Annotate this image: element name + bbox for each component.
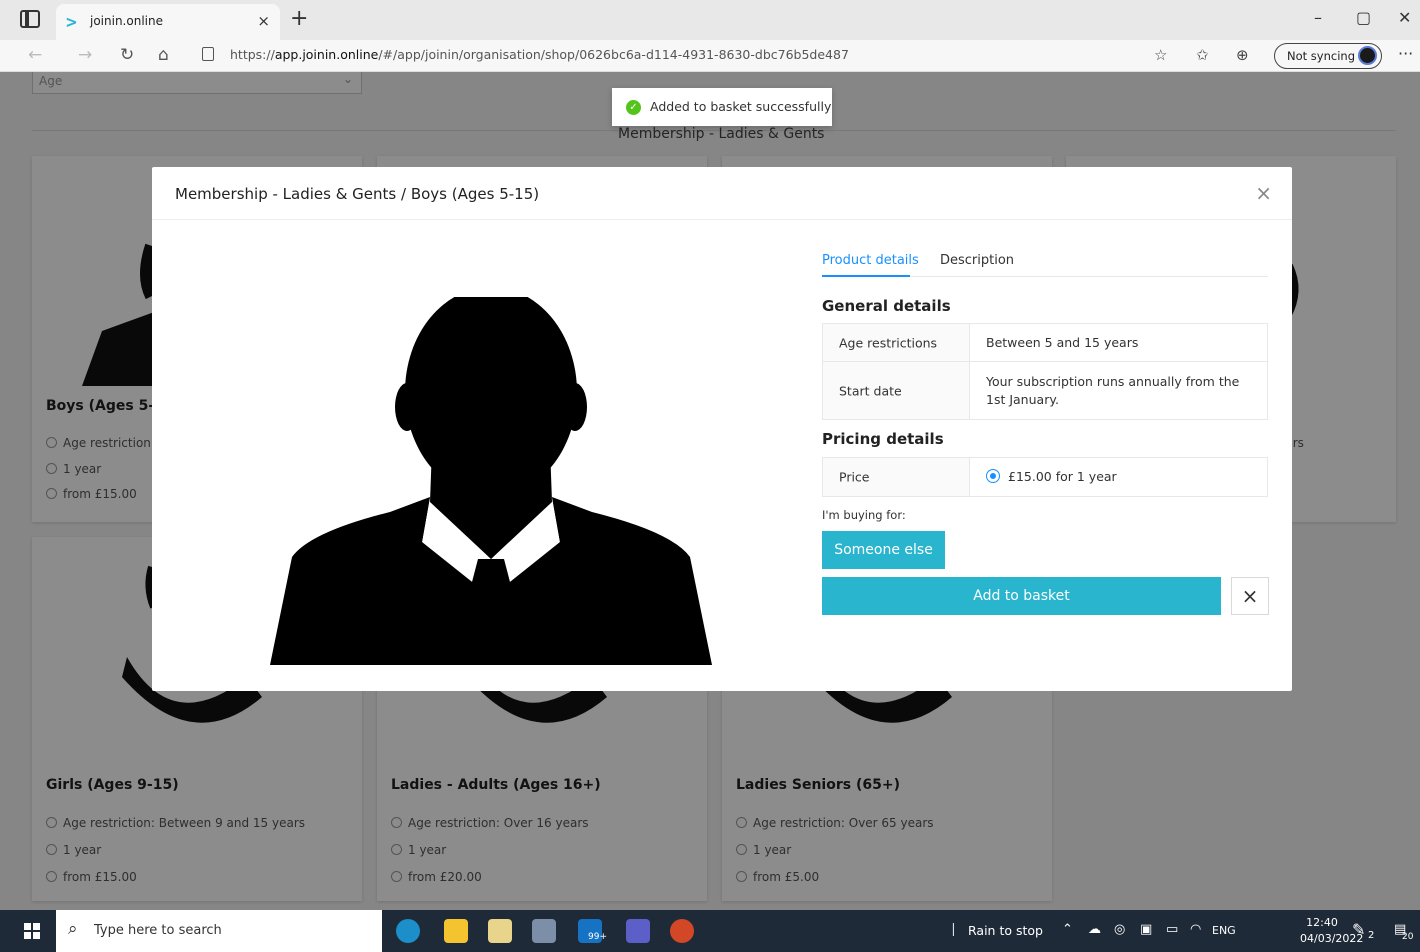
product-tabs: Product details Description: [822, 247, 1268, 277]
row-label: Start date: [839, 383, 902, 398]
forward-button[interactable]: →: [78, 45, 92, 65]
tab-actions-icon[interactable]: [20, 10, 40, 28]
powerpoint-app-icon[interactable]: [670, 919, 694, 943]
battery-icon[interactable]: ▭: [1166, 922, 1178, 937]
close-window-button[interactable]: ✕: [1398, 8, 1411, 27]
minimize-button[interactable]: –: [1314, 8, 1322, 27]
notification-icon[interactable]: ✎: [1352, 920, 1365, 939]
url-input[interactable]: https://app.joinin.online/#/app/joinin/o…: [230, 47, 849, 62]
profile-avatar: [1358, 46, 1377, 65]
pricing-details-heading: Pricing details: [822, 430, 944, 448]
modal-title: Membership - Ladies & Gents / Boys (Ages…: [175, 185, 540, 203]
pricing-details-table: Price £15.00 for 1 year: [822, 457, 1268, 497]
row-label: Age restrictions: [839, 335, 938, 350]
weather-text[interactable]: Rain to stop: [968, 923, 1043, 938]
browser-tab[interactable]: > joinin.online ×: [56, 4, 280, 40]
lock-icon[interactable]: [202, 47, 214, 61]
sync-label: Not syncing: [1287, 49, 1355, 63]
product-modal: Membership - Ladies & Gents / Boys (Ages…: [152, 167, 1292, 691]
new-tab-button[interactable]: +: [290, 6, 308, 31]
favorites-icon[interactable]: ✩: [1196, 46, 1209, 64]
browser-tab-bar: > joinin.online × + – ▢ ✕: [0, 0, 1420, 40]
general-details-heading: General details: [822, 297, 951, 315]
onedrive-cloud-icon[interactable]: ☁: [1088, 922, 1101, 937]
edge-browser-icon[interactable]: [396, 919, 420, 943]
tab-title: joinin.online: [90, 14, 163, 28]
search-placeholder: Type here to search: [94, 923, 222, 938]
general-details-table: Age restrictions Between 5 and 15 years …: [822, 323, 1268, 420]
radio-selected-icon[interactable]: [986, 469, 1000, 483]
tab-close-icon[interactable]: ×: [257, 12, 270, 30]
wifi-icon[interactable]: ◠: [1190, 922, 1201, 937]
add-to-basket-button[interactable]: Add to basket: [822, 577, 1221, 615]
buying-for-label: I'm buying for:: [822, 508, 906, 522]
collections-icon[interactable]: ⊕: [1236, 46, 1249, 64]
price-option[interactable]: £15.00 for 1 year: [986, 468, 1251, 486]
home-button[interactable]: ⌂: [158, 45, 169, 65]
someone-else-button[interactable]: Someone else: [822, 531, 945, 569]
snipping-tool-icon[interactable]: [532, 919, 556, 943]
favorites-add-icon[interactable]: ☆: [1154, 46, 1167, 64]
more-menu-icon[interactable]: ···: [1398, 44, 1413, 63]
teams-app-icon[interactable]: [626, 919, 650, 943]
toast-message: Added to basket successfully: [650, 99, 832, 114]
notification-count: 2: [1368, 930, 1375, 941]
back-button[interactable]: ←: [28, 45, 42, 65]
success-toast: ✓ Added to basket successfully: [612, 88, 832, 126]
dismiss-button[interactable]: ×: [1231, 577, 1269, 615]
weather-icon[interactable]: ❘: [948, 922, 959, 937]
language-indicator[interactable]: ENG: [1212, 924, 1236, 937]
restore-button[interactable]: ▢: [1356, 8, 1371, 27]
windows-taskbar: ⌕ Type here to search 99+ ❘ Rain to stop…: [0, 910, 1420, 952]
age-restrictions-row: Age restrictions Between 5 and 15 years: [823, 324, 1267, 362]
search-icon: ⌕: [68, 919, 78, 939]
refresh-button[interactable]: ↻: [120, 45, 134, 65]
modal-close-icon[interactable]: ×: [1255, 181, 1272, 205]
row-label: Price: [839, 469, 870, 485]
check-circle-icon: ✓: [626, 100, 641, 115]
file-explorer-icon[interactable]: [444, 919, 468, 943]
mail-badge: 99+: [588, 932, 607, 942]
clock-date: 04/03/2022: [1300, 932, 1364, 945]
chat-badge: 20: [1402, 932, 1414, 942]
clock-time: 12:40: [1306, 916, 1338, 929]
taskbar-clock[interactable]: 12:40 04/03/2022: [1300, 915, 1364, 947]
price-row: Price £15.00 for 1 year: [823, 458, 1267, 496]
calendar-app-icon[interactable]: [488, 919, 512, 943]
windows-start-icon[interactable]: [24, 923, 40, 939]
meet-now-icon[interactable]: ◎: [1114, 922, 1125, 937]
row-value: Between 5 and 15 years: [986, 334, 1139, 350]
joinin-favicon-icon: >: [66, 12, 77, 33]
person-silhouette-icon: [270, 297, 712, 665]
address-bar: ← → ↻ ⌂ https://app.joinin.online/#/app/…: [0, 40, 1420, 72]
taskbar-search-input[interactable]: ⌕ Type here to search: [56, 910, 382, 952]
modal-header: Membership - Ladies & Gents / Boys (Ages…: [152, 167, 1292, 220]
row-value: Your subscription runs annually from the…: [986, 373, 1240, 407]
profile-sync-button[interactable]: Not syncing: [1274, 43, 1382, 69]
display-icon[interactable]: ▣: [1140, 922, 1152, 937]
tab-product-details[interactable]: Product details: [822, 253, 919, 268]
active-tab-indicator: [822, 275, 910, 277]
tab-description[interactable]: Description: [940, 253, 1014, 268]
start-date-row: Start date Your subscription runs annual…: [823, 362, 1267, 419]
chevron-up-icon[interactable]: ⌃: [1062, 922, 1073, 937]
